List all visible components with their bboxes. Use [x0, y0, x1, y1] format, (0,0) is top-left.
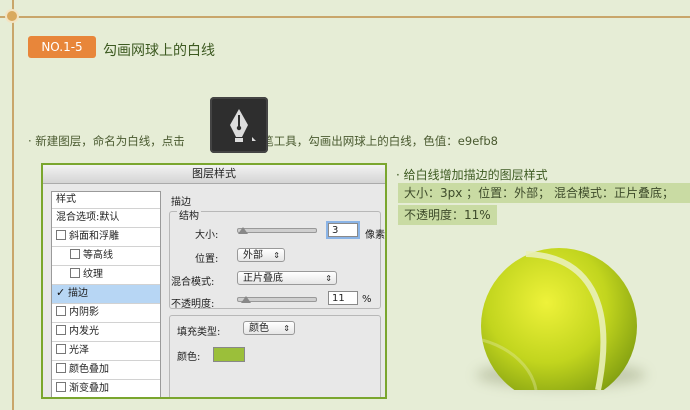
- position-value: 外部: [243, 250, 263, 261]
- style-item-label: 颜色叠加: [69, 364, 109, 375]
- select-arrows-icon: ⇕: [273, 251, 280, 260]
- checkbox[interactable]: [56, 363, 66, 373]
- opacity-unit: %: [362, 294, 372, 305]
- style-item-label: 渐变叠加: [69, 383, 109, 394]
- dialog-title: 图层样式: [43, 165, 385, 184]
- size-input[interactable]: 3: [328, 223, 358, 237]
- size-label: 大小:: [195, 230, 219, 241]
- opacity-slider-thumb[interactable]: [240, 296, 251, 303]
- checkbox[interactable]: [56, 306, 66, 316]
- style-item-label: 描边: [68, 288, 88, 299]
- timeline-rail: [12, 0, 14, 410]
- stroke-section-title: 描边: [171, 197, 191, 208]
- blend-options-item[interactable]: 混合选项:默认: [52, 209, 160, 228]
- style-item-label: 光泽: [69, 345, 89, 356]
- styles-list: 样式 混合选项:默认 斜面和浮雕等高线纹理 ✓ 描边内阴影内发光光泽颜色叠加渐变叠加: [51, 191, 161, 397]
- color-label: 颜色:: [177, 352, 201, 363]
- style-item[interactable]: ✓ 描边: [52, 285, 160, 304]
- stroke-params-line1: 大小：3px ；位置：外部； 混合模式：正片叠底；: [398, 183, 690, 203]
- fill-type-label: 填充类型:: [177, 327, 221, 338]
- checkbox[interactable]: [70, 249, 80, 259]
- position-label: 位置:: [195, 254, 219, 265]
- style-item-label: 等高线: [83, 250, 113, 261]
- style-item[interactable]: 等高线: [52, 247, 160, 266]
- timeline-rule: [0, 16, 690, 18]
- style-item[interactable]: 内发光: [52, 323, 160, 342]
- step-badge: NO.1-5: [28, 36, 96, 58]
- stroke-style-heading: · 给白线增加描边的图层样式: [396, 168, 548, 182]
- stroke-settings-pane: 描边 结构 大小: 3 像素 位置: 外部 ⇕ 混合模式: 正片叠底 ⇕ 不透明度:…: [167, 191, 385, 397]
- select-arrows-icon: ⇕: [283, 324, 290, 333]
- timeline-dot: [5, 9, 19, 23]
- size-slider-thumb[interactable]: [237, 227, 248, 234]
- size-unit: 像素: [365, 230, 385, 241]
- select-arrows-icon: ⇕: [325, 274, 332, 283]
- size-slider[interactable]: [237, 228, 317, 233]
- style-item-label: 斜面和浮雕: [69, 231, 119, 242]
- styles-header[interactable]: 样式: [52, 192, 160, 209]
- blend-mode-value: 正片叠底: [243, 273, 283, 284]
- position-select[interactable]: 外部 ⇕: [237, 248, 285, 262]
- checkbox[interactable]: [56, 325, 66, 335]
- fill-type-value: 颜色: [249, 323, 269, 334]
- checkbox[interactable]: [56, 230, 66, 240]
- check-icon[interactable]: ✓: [56, 287, 66, 298]
- checkbox[interactable]: [56, 382, 66, 392]
- stroke-params-line2: 不透明度：11%: [398, 205, 497, 225]
- style-item[interactable]: 内阴影: [52, 304, 160, 323]
- instruction-after: 钢笔工具，勾画出网球上的白线，色值：e9efb8: [250, 134, 498, 148]
- instruction-before: · 新建图层，命名为白线，点击: [28, 134, 185, 148]
- blend-mode-select[interactable]: 正片叠底 ⇕: [237, 271, 337, 285]
- style-item[interactable]: 斜面和浮雕: [52, 228, 160, 247]
- layer-style-dialog: 图层样式 样式 混合选项:默认 斜面和浮雕 等高线 纹理 ✓ 描边 内阴影 内发光 光泽 颜色叠…: [41, 163, 387, 399]
- style-item[interactable]: 纹理: [52, 266, 160, 285]
- checkbox[interactable]: [56, 344, 66, 354]
- style-item[interactable]: 光泽: [52, 342, 160, 361]
- style-item-label: 纹理: [83, 269, 103, 280]
- opacity-input[interactable]: 11: [328, 291, 358, 305]
- opacity-label: 不透明度:: [171, 299, 215, 310]
- structure-title: 结构: [177, 207, 201, 222]
- fill-type-select[interactable]: 颜色 ⇕: [243, 321, 295, 335]
- tennis-ball-image: [481, 248, 637, 390]
- checkbox[interactable]: [70, 268, 80, 278]
- style-item-indent: [56, 269, 70, 280]
- style-item[interactable]: 颜色叠加: [52, 361, 160, 380]
- color-swatch[interactable]: [213, 347, 245, 362]
- step-title: 勾画网球上的白线: [103, 43, 215, 59]
- style-item-label: 内阴影: [69, 307, 99, 318]
- style-item-indent: [56, 250, 70, 261]
- style-item-label: 内发光: [69, 326, 99, 337]
- style-item[interactable]: 渐变叠加: [52, 380, 160, 397]
- blend-mode-label: 混合模式:: [171, 277, 215, 288]
- pen-tool-icon[interactable]: [210, 97, 268, 153]
